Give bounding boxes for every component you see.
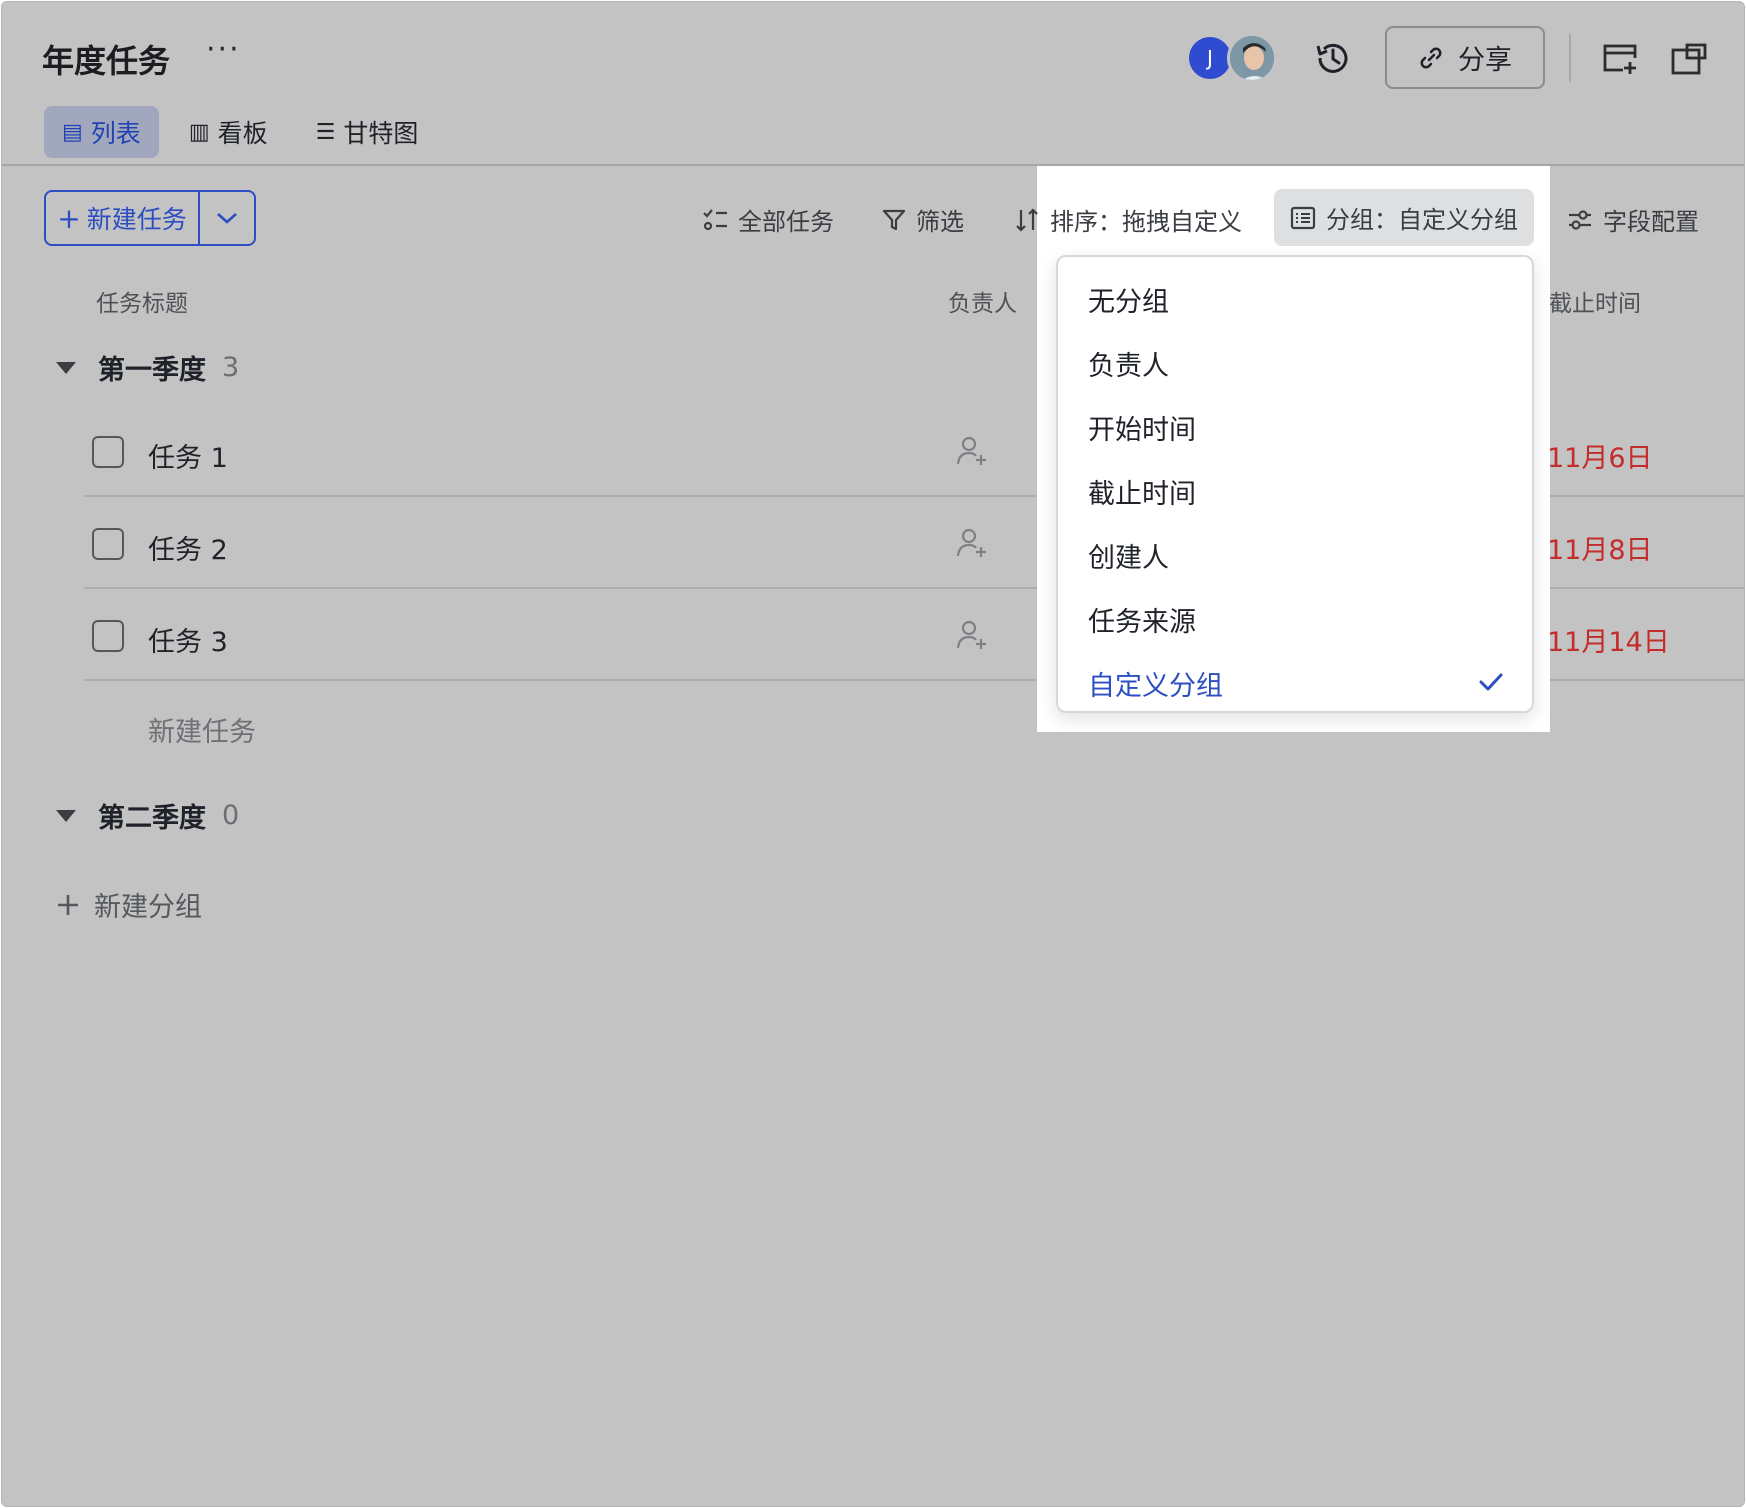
caret-down-icon [56,809,76,822]
task-checkbox[interactable] [92,620,124,652]
chevron-down-icon [217,213,237,224]
header: 年度任务 ··· J 分享 [2,2,1744,116]
group-by-button[interactable]: 分组：自定义分组 [1274,189,1534,246]
group-count: 3 [222,352,240,383]
sort-icon [1016,207,1038,232]
group-option-due-time[interactable]: 截止时间 [1058,459,1532,523]
add-group-label: 新建分组 [94,892,202,923]
plus-icon [58,894,78,915]
column-header-title: 任务标题 [96,291,188,317]
add-task-inline[interactable]: 新建任务 [148,710,256,749]
group-option-custom[interactable]: 自定义分组 [1058,651,1532,715]
gantt-icon: ☰ [315,119,336,145]
avatar-initial: J [1207,46,1213,70]
group-header[interactable]: 第二季度 0 [56,796,239,835]
add-assignee-icon[interactable] [955,618,989,652]
sliders-icon [1569,209,1591,230]
column-header-assignee: 负责人 [948,291,1017,317]
new-task-dropdown-button[interactable] [200,192,254,244]
kanban-icon: ▥ [188,119,210,145]
group-option-creator[interactable]: 创建人 [1058,523,1532,587]
page-title: 年度任务 [42,42,171,80]
share-button[interactable]: 分享 [1385,26,1545,89]
add-window-icon[interactable] [1601,42,1639,76]
list-icon: ▤ [62,119,83,145]
add-assignee-icon[interactable] [955,434,989,468]
tab-list[interactable]: ▤ 列表 [44,106,159,158]
tab-kanban[interactable]: ▥ 看板 [171,106,286,158]
task-name: 任务 3 [148,627,228,658]
caret-down-icon [56,361,76,374]
tab-label: 列表 [90,119,141,148]
plus-icon: + [57,201,81,235]
sort-button[interactable]: 排序：拖拽自定义 [1014,202,1242,237]
task-name: 任务 2 [148,535,228,566]
add-group-button[interactable]: 新建分组 [56,885,202,924]
new-task-button[interactable]: + 新建任务 [46,192,198,244]
group-option-source[interactable]: 任务来源 [1058,587,1532,651]
person-photo-icon [1230,36,1274,80]
group-by-label: 分组：自定义分组 [1326,206,1518,234]
group-header[interactable]: 第一季度 3 [56,348,239,387]
group-option-label: 自定义分组 [1088,670,1223,702]
group-count: 0 [222,800,240,831]
divider [1569,34,1571,82]
column-header-due: 截止时间 [1549,291,1641,317]
task-due-date[interactable]: 11月8日 [1547,528,1653,567]
task-due-date[interactable]: 11月6日 [1547,436,1653,475]
history-icon[interactable] [1312,38,1352,78]
group-option-start-time[interactable]: 开始时间 [1058,395,1532,459]
group-option-none[interactable]: 无分组 [1058,267,1532,331]
checklist-icon [703,208,727,230]
group-option-assignee[interactable]: 负责人 [1058,331,1532,395]
filter-button[interactable]: 筛选 [882,202,964,237]
new-task-label: 新建任务 [86,205,187,234]
filter-icon [882,209,906,230]
new-task-button-group: + 新建任务 [44,190,256,246]
all-tasks-label: 全部任务 [738,208,834,236]
tab-label: 甘特图 [343,119,419,148]
group-name: 第二季度 [98,803,206,834]
field-config-label: 字段配置 [1603,208,1699,236]
view-tabs: ▤ 列表 ▥ 看板 ☰ 甘特图 [44,106,436,158]
filter-label: 筛选 [916,208,964,236]
group-list-icon [1290,206,1316,229]
checkmark-icon [1479,673,1503,691]
task-app-window: 年度任务 ··· J 分享 ▤ 列表 ▥ 看板 ☰ 甘特图 + 新建任务 全部任… [1,1,1745,1507]
sort-label: 排序：拖拽自定义 [1050,208,1242,236]
task-due-date[interactable]: 11月14日 [1547,620,1670,659]
link-icon [1420,47,1442,68]
add-assignee-icon[interactable] [955,526,989,560]
field-config-button[interactable]: 字段配置 [1567,202,1699,237]
tab-label: 看板 [217,119,268,148]
more-options-button[interactable]: ··· [206,32,241,67]
group-name: 第一季度 [98,355,206,386]
task-name: 任务 1 [148,443,228,474]
new-window-icon[interactable] [1670,42,1708,76]
avatar-photo[interactable] [1227,33,1277,83]
tab-gantt[interactable]: ☰ 甘特图 [298,106,437,158]
task-checkbox[interactable] [92,436,124,468]
share-label: 分享 [1458,45,1512,76]
all-tasks-button[interactable]: 全部任务 [702,202,834,237]
group-by-dropdown: 无分组 负责人 开始时间 截止时间 创建人 任务来源 自定义分组 [1056,255,1534,713]
task-checkbox[interactable] [92,528,124,560]
